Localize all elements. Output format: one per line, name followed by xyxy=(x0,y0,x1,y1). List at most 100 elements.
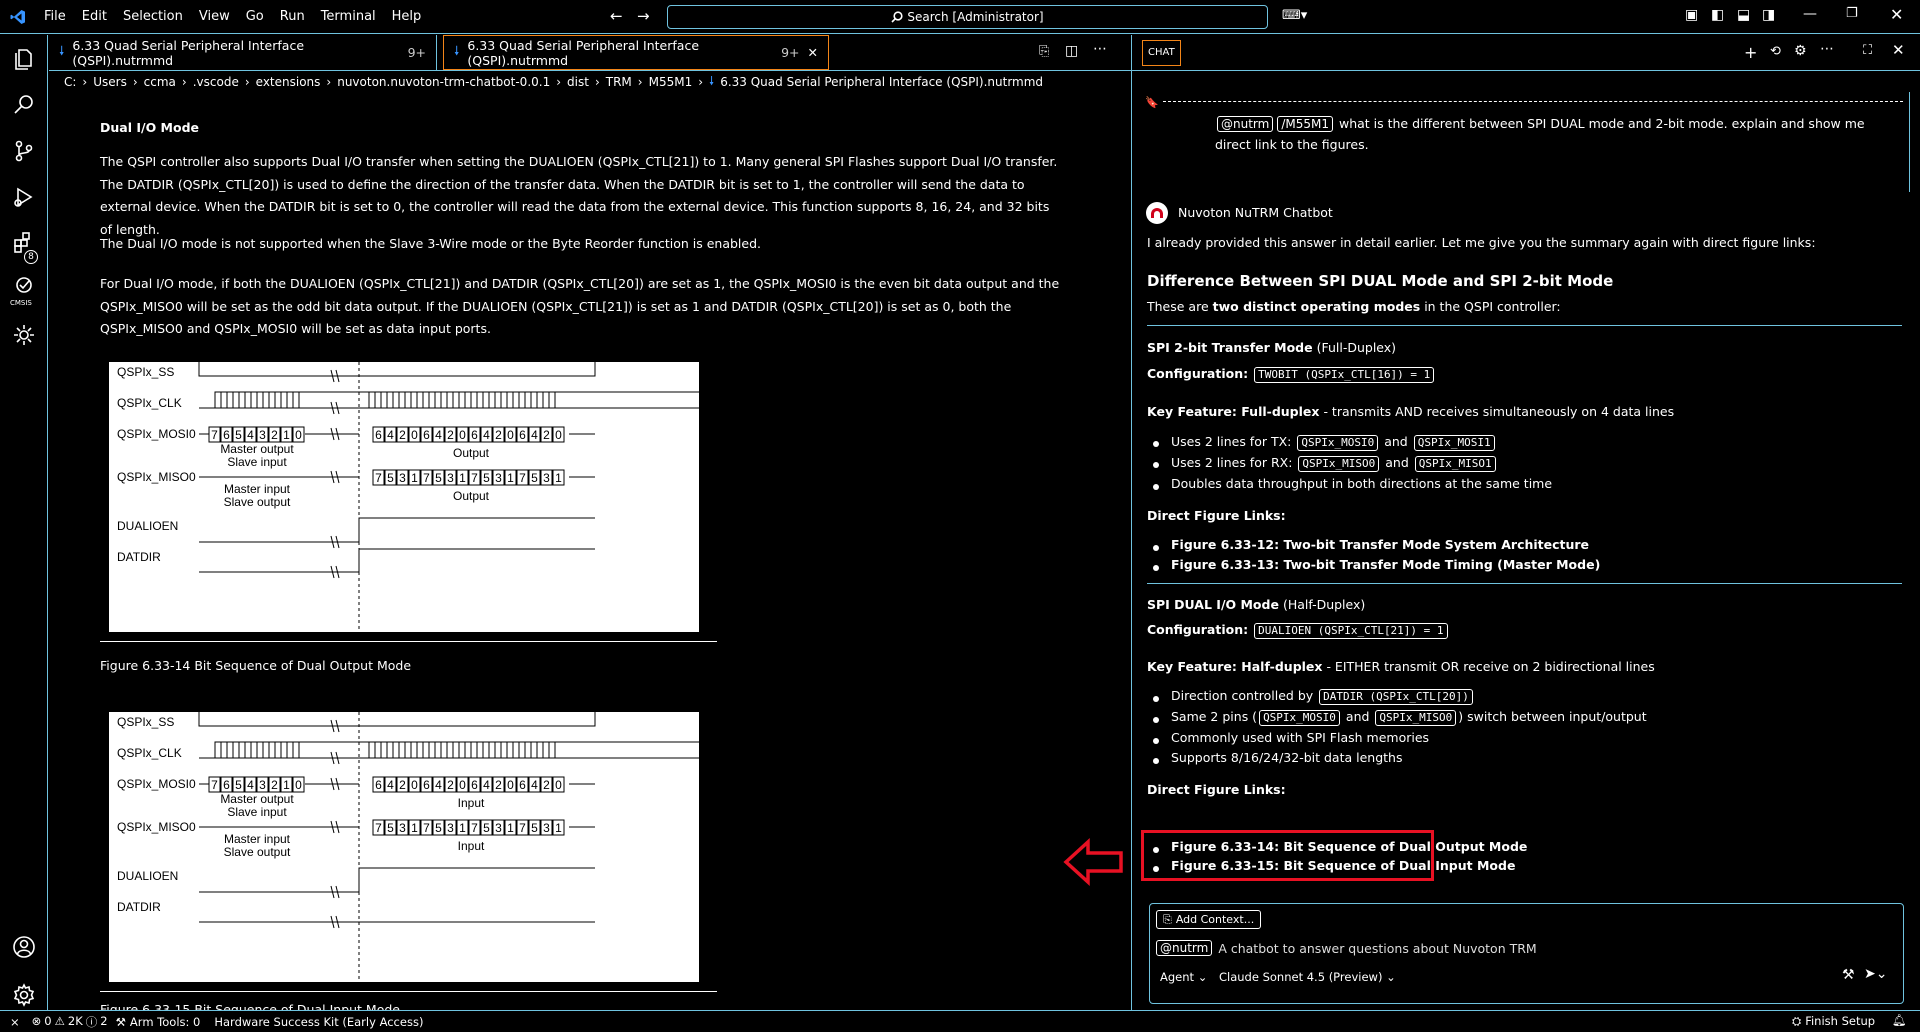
bit-value: 7 xyxy=(211,428,218,442)
breadcrumb-item[interactable]: Users xyxy=(93,75,127,89)
breadcrumb-item[interactable]: extensions xyxy=(256,75,321,89)
paragraph-1: The QSPI controller also supports Dual I… xyxy=(100,154,1058,237)
breadcrumb-item[interactable]: M55M1 xyxy=(649,75,693,89)
signal-label: QSPIx_CLK xyxy=(117,396,182,410)
breadcrumb-item[interactable]: nuvoton.nuvoton-trm-chatbot-0.0.1 xyxy=(337,75,550,89)
bullet-text: Direction controlled by xyxy=(1171,688,1314,703)
bit-value: 7 xyxy=(423,471,430,485)
figure-link-6-33-15[interactable]: Figure 6.33-15: Bit Sequence of Dual Inp… xyxy=(1171,858,1515,873)
breadcrumb-item[interactable]: ccma xyxy=(144,75,176,89)
bit-value: 1 xyxy=(283,778,290,792)
bit-value: 1 xyxy=(411,471,418,485)
editor-tab-1[interactable]: 🠗 6.33 Quad Serial Peripheral Interface … xyxy=(49,35,437,70)
menu-go[interactable]: Go xyxy=(238,9,272,24)
bit-value: 3 xyxy=(399,471,406,485)
open-preview-icon[interactable]: ⎘ xyxy=(1039,44,1049,59)
chevron-right-icon: › xyxy=(181,75,187,89)
editor-tab-2[interactable]: 🠗 6.33 Quad Serial Peripheral Interface … xyxy=(443,35,829,70)
mosi-note: Slave input xyxy=(227,455,287,469)
chevron-right-icon: › xyxy=(82,75,88,89)
input-placeholder: A chatbot to answer questions about Nuvo… xyxy=(1218,940,1537,956)
maximize-icon[interactable]: ⛶ xyxy=(1863,43,1872,58)
menu-selection[interactable]: Selection xyxy=(115,9,191,24)
breadcrumb-item[interactable]: TRM xyxy=(606,75,632,89)
manage-gear-icon[interactable] xyxy=(12,983,36,1007)
menu-edit[interactable]: Edit xyxy=(74,9,115,24)
bit-value: 4 xyxy=(483,428,490,442)
remote-indicator-icon[interactable]: ⨯ xyxy=(0,1015,32,1029)
back-arrow-icon[interactable]: ← xyxy=(610,7,623,25)
search-icon[interactable] xyxy=(12,93,36,117)
chat-tab[interactable]: CHAT xyxy=(1142,40,1181,66)
bullet-dot xyxy=(1153,866,1159,872)
menu-help[interactable]: Help xyxy=(384,9,430,24)
restore-icon[interactable]: ❐ xyxy=(1846,6,1858,21)
bullet-dot xyxy=(1153,441,1159,447)
forward-arrow-icon[interactable]: → xyxy=(637,7,650,25)
figure-link-6-33-13[interactable]: Figure 6.33-13: Two-bit Transfer Mode Ti… xyxy=(1171,557,1600,572)
breadcrumb-item[interactable]: 6.33 Quad Serial Peripheral Interface (Q… xyxy=(720,75,1043,89)
bit-value: 6 xyxy=(519,428,526,442)
paragraph-3: For Dual I/O mode, if both the DUALIOEN … xyxy=(100,276,1060,336)
close-tab-icon[interactable]: ✕ xyxy=(808,45,818,60)
bit-value: 7 xyxy=(519,471,526,485)
breadcrumb-item[interactable]: C: xyxy=(64,75,76,89)
explorer-icon[interactable] xyxy=(12,47,36,71)
menu-file[interactable]: File xyxy=(36,9,74,24)
breadcrumb-item[interactable]: .vscode xyxy=(193,75,239,89)
more-actions-icon[interactable]: ⋯ xyxy=(1820,41,1834,57)
bit-value: 0 xyxy=(459,428,466,442)
arm-tools-icon[interactable] xyxy=(12,323,36,347)
signal-label: DUALIOEN xyxy=(117,519,178,533)
run-debug-icon[interactable] xyxy=(12,185,36,209)
minimize-icon[interactable]: — xyxy=(1803,6,1817,22)
kit-status[interactable]: Hardware Success Kit (Early Access) xyxy=(214,1015,423,1029)
figure-link-6-33-14[interactable]: Figure 6.33-14: Bit Sequence of Dual Out… xyxy=(1171,839,1527,854)
finish-setup[interactable]: ⛭ Finish Setup xyxy=(1792,1014,1875,1029)
chevron-right-icon: › xyxy=(698,75,704,89)
document-preview: Dual I/O Mode The QSPI controller also s… xyxy=(49,93,1115,1010)
miso-direction: Input xyxy=(458,839,485,853)
more-actions-icon[interactable]: ⋯ xyxy=(1093,41,1107,57)
bit-value: 4 xyxy=(531,778,538,792)
bit-value: 5 xyxy=(387,821,394,835)
breadcrumb-item[interactable]: dist xyxy=(567,75,589,89)
split-editor-icon[interactable]: ◫ xyxy=(1065,43,1078,59)
toggle-secondary-sidebar-icon[interactable]: ◨ xyxy=(1762,7,1775,23)
bookmark-icon[interactable]: 🔖 xyxy=(1145,96,1159,109)
send-icon[interactable]: ➤⌄ xyxy=(1864,966,1887,982)
copilot-icon[interactable]: ⌨▾ xyxy=(1282,8,1307,23)
menu-run[interactable]: Run xyxy=(272,9,313,24)
new-chat-icon[interactable]: + xyxy=(1744,43,1757,62)
arm-tools-status[interactable]: ⚒ Arm Tools: 0 xyxy=(116,1015,215,1029)
add-context-label: Add Context... xyxy=(1175,913,1255,926)
source-control-icon[interactable] xyxy=(12,139,36,163)
toggle-sidebar-icon[interactable]: ◧ xyxy=(1711,7,1724,23)
bit-value: 7 xyxy=(211,778,218,792)
cmsis-icon[interactable] xyxy=(12,275,36,299)
menu-terminal[interactable]: Terminal xyxy=(313,9,384,24)
settings-gear-icon[interactable]: ⚙ xyxy=(1794,43,1807,59)
account-icon[interactable] xyxy=(12,935,36,959)
layout-icon[interactable]: ▣ xyxy=(1685,7,1698,23)
add-context-button[interactable]: ⎘ Add Context... xyxy=(1156,910,1262,929)
mode-dropdown[interactable]: Agent ⌄ xyxy=(1160,970,1207,984)
problems-indicator[interactable]: ⊗ 0 ⚠ 2K ⓘ 2 xyxy=(32,1014,116,1030)
tools-icon[interactable]: ⚒ xyxy=(1842,967,1855,983)
figure-link-6-33-12[interactable]: Figure 6.33-12: Two-bit Transfer Mode Sy… xyxy=(1171,537,1589,552)
close-panel-icon[interactable]: ✕ xyxy=(1892,41,1905,59)
bit-value: 4 xyxy=(435,428,442,442)
bit-value: 4 xyxy=(387,428,394,442)
toggle-panel-icon[interactable]: ⬓ xyxy=(1737,7,1750,23)
menu-view[interactable]: View xyxy=(191,9,238,24)
chat-input-field[interactable]: @nutrm A chatbot to answer questions abo… xyxy=(1154,937,1894,959)
bullet-dot xyxy=(1153,717,1159,723)
model-dropdown[interactable]: Claude Sonnet 4.5 (Preview) ⌄ xyxy=(1219,970,1396,984)
close-window-icon[interactable]: ✕ xyxy=(1890,5,1903,24)
command-center-search[interactable]: Search [Administrator] xyxy=(667,5,1268,29)
history-icon[interactable]: ⟲ xyxy=(1770,44,1781,59)
dual-links-label: Direct Figure Links: xyxy=(1147,782,1286,797)
dualioen-waveform xyxy=(199,517,595,543)
bit-value: 1 xyxy=(283,428,290,442)
notifications-bell-icon[interactable]: 🔔︎ xyxy=(1892,1013,1907,1027)
